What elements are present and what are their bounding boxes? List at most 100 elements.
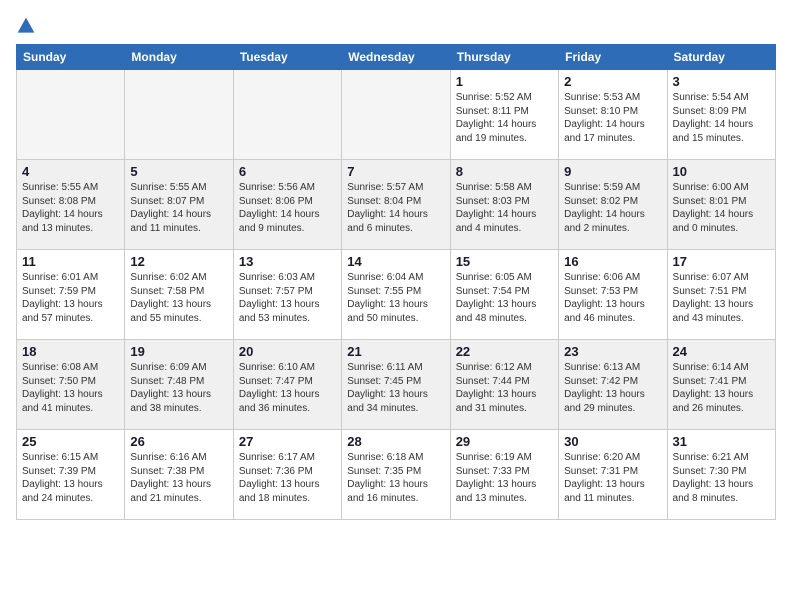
day-info: Sunrise: 6:20 AMSunset: 7:31 PMDaylight:… [564,451,661,505]
calendar-day-cell [17,70,125,160]
calendar-day-cell: 30 Sunrise: 6:20 AMSunset: 7:31 PMDayligh… [559,430,667,520]
calendar-day-cell: 28 Sunrise: 6:18 AMSunset: 7:35 PMDayligh… [342,430,450,520]
day-number: 10 [673,164,770,179]
day-number: 28 [347,434,444,449]
calendar-day-cell: 3 Sunrise: 5:54 AMSunset: 8:09 PMDaylight… [667,70,775,160]
day-number: 1 [456,74,553,89]
calendar-day-cell: 17 Sunrise: 6:07 AMSunset: 7:51 PMDayligh… [667,250,775,340]
day-number: 24 [673,344,770,359]
day-info: Sunrise: 6:21 AMSunset: 7:30 PMDaylight:… [673,451,770,505]
day-info: Sunrise: 6:08 AMSunset: 7:50 PMDaylight:… [22,361,119,415]
day-info: Sunrise: 6:00 AMSunset: 8:01 PMDaylight:… [673,181,770,235]
day-number: 16 [564,254,661,269]
day-number: 8 [456,164,553,179]
day-info: Sunrise: 6:13 AMSunset: 7:42 PMDaylight:… [564,361,661,415]
day-number: 5 [130,164,227,179]
day-info: Sunrise: 6:09 AMSunset: 7:48 PMDaylight:… [130,361,227,415]
day-number: 31 [673,434,770,449]
calendar-day-cell: 31 Sunrise: 6:21 AMSunset: 7:30 PMDayligh… [667,430,775,520]
calendar: SundayMondayTuesdayWednesdayThursdayFrid… [16,44,776,520]
calendar-day-cell: 1 Sunrise: 5:52 AMSunset: 8:11 PMDaylight… [450,70,558,160]
day-number: 30 [564,434,661,449]
day-info: Sunrise: 6:18 AMSunset: 7:35 PMDaylight:… [347,451,444,505]
header [16,16,776,36]
calendar-day-cell: 18 Sunrise: 6:08 AMSunset: 7:50 PMDayligh… [17,340,125,430]
calendar-day-cell: 8 Sunrise: 5:58 AMSunset: 8:03 PMDaylight… [450,160,558,250]
calendar-day-cell: 25 Sunrise: 6:15 AMSunset: 7:39 PMDayligh… [17,430,125,520]
day-info: Sunrise: 6:07 AMSunset: 7:51 PMDaylight:… [673,271,770,325]
day-number: 19 [130,344,227,359]
day-number: 15 [456,254,553,269]
calendar-day-cell: 7 Sunrise: 5:57 AMSunset: 8:04 PMDaylight… [342,160,450,250]
calendar-day-cell: 14Sunrise: 6:04 AMSunset: 7:55 PMDayligh… [342,250,450,340]
day-info: Sunrise: 6:04 AMSunset: 7:55 PMDaylight:… [347,271,444,325]
day-number: 22 [456,344,553,359]
calendar-day-cell: 22 Sunrise: 6:12 AMSunset: 7:44 PMDayligh… [450,340,558,430]
day-info: Sunrise: 6:12 AMSunset: 7:44 PMDaylight:… [456,361,553,415]
calendar-day-cell: 12Sunrise: 6:02 AMSunset: 7:58 PMDayligh… [125,250,233,340]
calendar-day-cell [233,70,341,160]
calendar-week-row: 1 Sunrise: 5:52 AMSunset: 8:11 PMDaylight… [17,70,776,160]
day-info: Sunrise: 5:56 AMSunset: 8:06 PMDaylight:… [239,181,336,235]
calendar-day-cell: 10 Sunrise: 6:00 AMSunset: 8:01 PMDayligh… [667,160,775,250]
calendar-day-cell: 5 Sunrise: 5:55 AMSunset: 8:07 PMDaylight… [125,160,233,250]
calendar-day-cell: 15 Sunrise: 6:05 AMSunset: 7:54 PMDayligh… [450,250,558,340]
day-info: Sunrise: 6:15 AMSunset: 7:39 PMDaylight:… [22,451,119,505]
calendar-day-cell: 21 Sunrise: 6:11 AMSunset: 7:45 PMDayligh… [342,340,450,430]
day-info: Sunrise: 6:01 AMSunset: 7:59 PMDaylight:… [22,271,119,325]
calendar-day-cell: 9 Sunrise: 5:59 AMSunset: 8:02 PMDaylight… [559,160,667,250]
calendar-day-cell: 6 Sunrise: 5:56 AMSunset: 8:06 PMDaylight… [233,160,341,250]
day-info: Sunrise: 5:53 AMSunset: 8:10 PMDaylight:… [564,91,661,145]
calendar-day-cell: 11 Sunrise: 6:01 AMSunset: 7:59 PMDayligh… [17,250,125,340]
calendar-day-cell: 26 Sunrise: 6:16 AMSunset: 7:38 PMDayligh… [125,430,233,520]
day-info: Sunrise: 6:19 AMSunset: 7:33 PMDaylight:… [456,451,553,505]
day-info: Sunrise: 5:58 AMSunset: 8:03 PMDaylight:… [456,181,553,235]
day-number: 23 [564,344,661,359]
logo [16,16,40,36]
weekday-header-row: SundayMondayTuesdayWednesdayThursdayFrid… [17,45,776,70]
day-info: Sunrise: 6:11 AMSunset: 7:45 PMDaylight:… [347,361,444,415]
calendar-day-cell: 4 Sunrise: 5:55 AMSunset: 8:08 PMDaylight… [17,160,125,250]
day-number: 29 [456,434,553,449]
day-number: 27 [239,434,336,449]
day-info: Sunrise: 6:10 AMSunset: 7:47 PMDaylight:… [239,361,336,415]
day-number: 25 [22,434,119,449]
day-info: Sunrise: 5:57 AMSunset: 8:04 PMDaylight:… [347,181,444,235]
weekday-header-tuesday: Tuesday [233,45,341,70]
logo-icon [16,16,36,36]
day-info: Sunrise: 6:14 AMSunset: 7:41 PMDaylight:… [673,361,770,415]
day-info: Sunrise: 6:16 AMSunset: 7:38 PMDaylight:… [130,451,227,505]
day-info: Sunrise: 6:05 AMSunset: 7:54 PMDaylight:… [456,271,553,325]
day-number: 3 [673,74,770,89]
day-number: 7 [347,164,444,179]
day-number: 17 [673,254,770,269]
calendar-week-row: 4 Sunrise: 5:55 AMSunset: 8:08 PMDaylight… [17,160,776,250]
day-number: 21 [347,344,444,359]
day-number: 13 [239,254,336,269]
day-info: Sunrise: 6:17 AMSunset: 7:36 PMDaylight:… [239,451,336,505]
calendar-day-cell: 29 Sunrise: 6:19 AMSunset: 7:33 PMDayligh… [450,430,558,520]
calendar-day-cell: 20Sunrise: 6:10 AMSunset: 7:47 PMDayligh… [233,340,341,430]
day-number: 26 [130,434,227,449]
calendar-day-cell: 16 Sunrise: 6:06 AMSunset: 7:53 PMDayligh… [559,250,667,340]
day-number: 9 [564,164,661,179]
day-info: Sunrise: 5:55 AMSunset: 8:08 PMDaylight:… [22,181,119,235]
day-number: 6 [239,164,336,179]
calendar-day-cell: 24 Sunrise: 6:14 AMSunset: 7:41 PMDayligh… [667,340,775,430]
day-info: Sunrise: 6:06 AMSunset: 7:53 PMDaylight:… [564,271,661,325]
calendar-day-cell: 13Sunrise: 6:03 AMSunset: 7:57 PMDayligh… [233,250,341,340]
weekday-header-thursday: Thursday [450,45,558,70]
day-number: 11 [22,254,119,269]
calendar-day-cell: 27 Sunrise: 6:17 AMSunset: 7:36 PMDayligh… [233,430,341,520]
calendar-day-cell [125,70,233,160]
day-number: 4 [22,164,119,179]
day-info: Sunrise: 5:54 AMSunset: 8:09 PMDaylight:… [673,91,770,145]
day-info: Sunrise: 5:59 AMSunset: 8:02 PMDaylight:… [564,181,661,235]
calendar-week-row: 11 Sunrise: 6:01 AMSunset: 7:59 PMDayligh… [17,250,776,340]
day-info: Sunrise: 5:52 AMSunset: 8:11 PMDaylight:… [456,91,553,145]
day-number: 18 [22,344,119,359]
day-info: Sunrise: 5:55 AMSunset: 8:07 PMDaylight:… [130,181,227,235]
weekday-header-wednesday: Wednesday [342,45,450,70]
calendar-day-cell: 19 Sunrise: 6:09 AMSunset: 7:48 PMDayligh… [125,340,233,430]
weekday-header-sunday: Sunday [17,45,125,70]
